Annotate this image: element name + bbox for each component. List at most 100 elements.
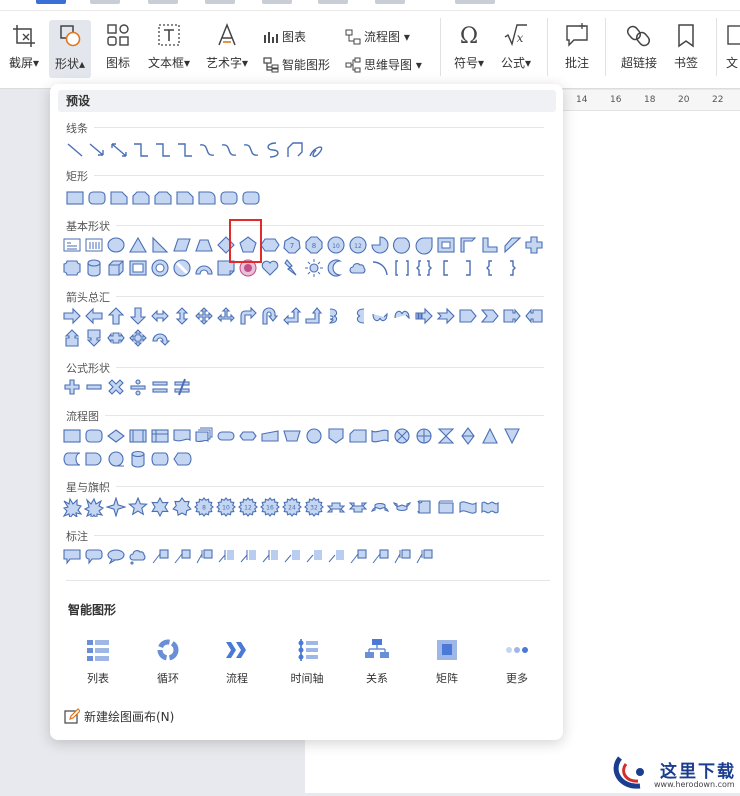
- shape-a-curved-r[interactable]: [326, 306, 346, 326]
- shape-a-right[interactable]: [62, 306, 82, 326]
- shape-chord[interactable]: [392, 235, 412, 255]
- shape-c-line[interactable]: [348, 546, 368, 566]
- shape-f-tape[interactable]: [370, 426, 390, 446]
- shape-f-manual-input[interactable]: [260, 426, 280, 446]
- shape-dodecagon[interactable]: 12: [348, 235, 368, 255]
- shape-f-document[interactable]: [172, 426, 192, 446]
- shape-rrect[interactable]: [87, 188, 107, 208]
- shape-f-offpage[interactable]: [326, 426, 346, 446]
- shape-f-extract[interactable]: [480, 426, 500, 446]
- shape-lbrace[interactable]: [480, 258, 500, 278]
- shape-a-u-d[interactable]: [172, 306, 192, 326]
- shape-scurve[interactable]: [263, 140, 283, 160]
- shape-a-l-r-u[interactable]: [216, 306, 236, 326]
- chart-button[interactable]: 图表: [263, 28, 306, 45]
- smart-item-more[interactable]: 更多: [487, 638, 547, 686]
- smart-item-matrix[interactable]: 矩阵: [417, 638, 477, 686]
- smart-item-relationship[interactable]: 关系: [347, 638, 407, 686]
- flowchart-button[interactable]: 流程图 ▾: [345, 28, 410, 45]
- shape-rtri[interactable]: [150, 235, 170, 255]
- shape-f-sort[interactable]: [458, 426, 478, 446]
- shape-s-explosion2[interactable]: [84, 497, 104, 517]
- tab-4[interactable]: [205, 0, 235, 4]
- shape-c-accent[interactable]: [260, 546, 280, 566]
- hyperlink-button[interactable]: 超链接: [615, 22, 663, 71]
- shape-c-accent[interactable]: [238, 546, 258, 566]
- shape-diag[interactable]: [502, 235, 522, 255]
- shape-a-l-r[interactable]: [150, 306, 170, 326]
- shape-snip2[interactable]: [131, 188, 151, 208]
- shape-para[interactable]: [172, 235, 192, 255]
- shape-lshape[interactable]: [480, 235, 500, 255]
- shape-rect[interactable]: [62, 426, 82, 446]
- shape-f-merge[interactable]: [502, 426, 522, 446]
- shape-curve[interactable]: [219, 140, 239, 160]
- shape-a-curved-l[interactable]: [348, 306, 368, 326]
- shape-a-callout-l-r[interactable]: [106, 328, 126, 348]
- shape-a-up[interactable]: [106, 306, 126, 326]
- tab-7[interactable]: [375, 0, 405, 4]
- shape-elbow[interactable]: [175, 140, 195, 160]
- shape-f-manual-op[interactable]: [282, 426, 302, 446]
- shape-f-sum-junction[interactable]: [392, 426, 412, 446]
- shape-elbow[interactable]: [131, 140, 151, 160]
- shape-s-ribbon-down[interactable]: [348, 497, 368, 517]
- shape-teardrop[interactable]: [414, 235, 434, 255]
- tab-2[interactable]: [90, 0, 120, 4]
- shape-moon[interactable]: [326, 258, 346, 278]
- shape-s-explosion1[interactable]: [62, 497, 82, 517]
- smartart-button[interactable]: 智能图形: [263, 56, 330, 73]
- shape-a-left[interactable]: [84, 306, 104, 326]
- shape-s-star4[interactable]: [106, 497, 126, 517]
- shape-star-8-point[interactable]: 8: [194, 497, 214, 517]
- shape-freeform[interactable]: [285, 140, 305, 160]
- shape-dbl-bracket[interactable]: [392, 258, 412, 278]
- shape-f-or[interactable]: [414, 426, 434, 446]
- shape-e-neq[interactable]: [172, 377, 192, 397]
- shape-star-12-point[interactable]: 12: [238, 497, 258, 517]
- shape-arc[interactable]: [370, 258, 390, 278]
- shape-f-mag-disk[interactable]: [128, 449, 148, 469]
- shape-f-terminator[interactable]: [216, 426, 236, 446]
- shape-s-ribbon-up[interactable]: [326, 497, 346, 517]
- smart-item-process[interactable]: 流程: [207, 638, 267, 686]
- shape-curve[interactable]: [241, 140, 261, 160]
- shape-sun[interactable]: [304, 258, 324, 278]
- shape-frame[interactable]: [436, 235, 456, 255]
- shape-vtext[interactable]: [84, 235, 104, 255]
- shape-a-callout-u[interactable]: [62, 328, 82, 348]
- shape-e-mul[interactable]: [106, 377, 126, 397]
- shape-cloud[interactable]: [348, 258, 368, 278]
- bookmark-button[interactable]: 书签: [668, 22, 704, 71]
- shape-f-decision[interactable]: [106, 426, 126, 446]
- shape-hexagon[interactable]: [260, 235, 280, 255]
- shape-plus[interactable]: [524, 235, 544, 255]
- shape-block-arc[interactable]: [194, 258, 214, 278]
- shape-c-no-border[interactable]: [282, 546, 302, 566]
- shape-c-line[interactable]: [370, 546, 390, 566]
- shape-s-curved-up[interactable]: [370, 497, 390, 517]
- shape-f-display[interactable]: [172, 449, 192, 469]
- tab-3[interactable]: [148, 0, 178, 4]
- shape-c-line-bar[interactable]: [414, 546, 434, 566]
- shape-a-callout-d[interactable]: [84, 328, 104, 348]
- comment-button[interactable]: 批注: [557, 22, 597, 71]
- shape-lightning[interactable]: [282, 258, 302, 278]
- new-drawing-canvas-button[interactable]: 新建绘图画布(N): [64, 708, 174, 725]
- shape-c-r-rect[interactable]: [84, 546, 104, 566]
- shape-s-star6[interactable]: [150, 497, 170, 517]
- shape-c-line-bar[interactable]: [392, 546, 412, 566]
- shape-a-curved-d[interactable]: [392, 306, 412, 326]
- shape-bevel[interactable]: [128, 258, 148, 278]
- shape-a-striped[interactable]: [414, 306, 434, 326]
- shape-s-dbl-wave[interactable]: [480, 497, 500, 517]
- shape-a-bent-up[interactable]: [304, 306, 324, 326]
- screenshot-button[interactable]: 截屏▾: [4, 22, 44, 71]
- shape-rbracket[interactable]: [458, 258, 478, 278]
- shape-f-prep[interactable]: [238, 426, 258, 446]
- shape-s-curved-down[interactable]: [392, 497, 412, 517]
- shape-f-stored[interactable]: [62, 449, 82, 469]
- shape-snip[interactable]: [109, 188, 129, 208]
- shape-c-accent[interactable]: [216, 546, 236, 566]
- shape-rrect[interactable]: [241, 188, 261, 208]
